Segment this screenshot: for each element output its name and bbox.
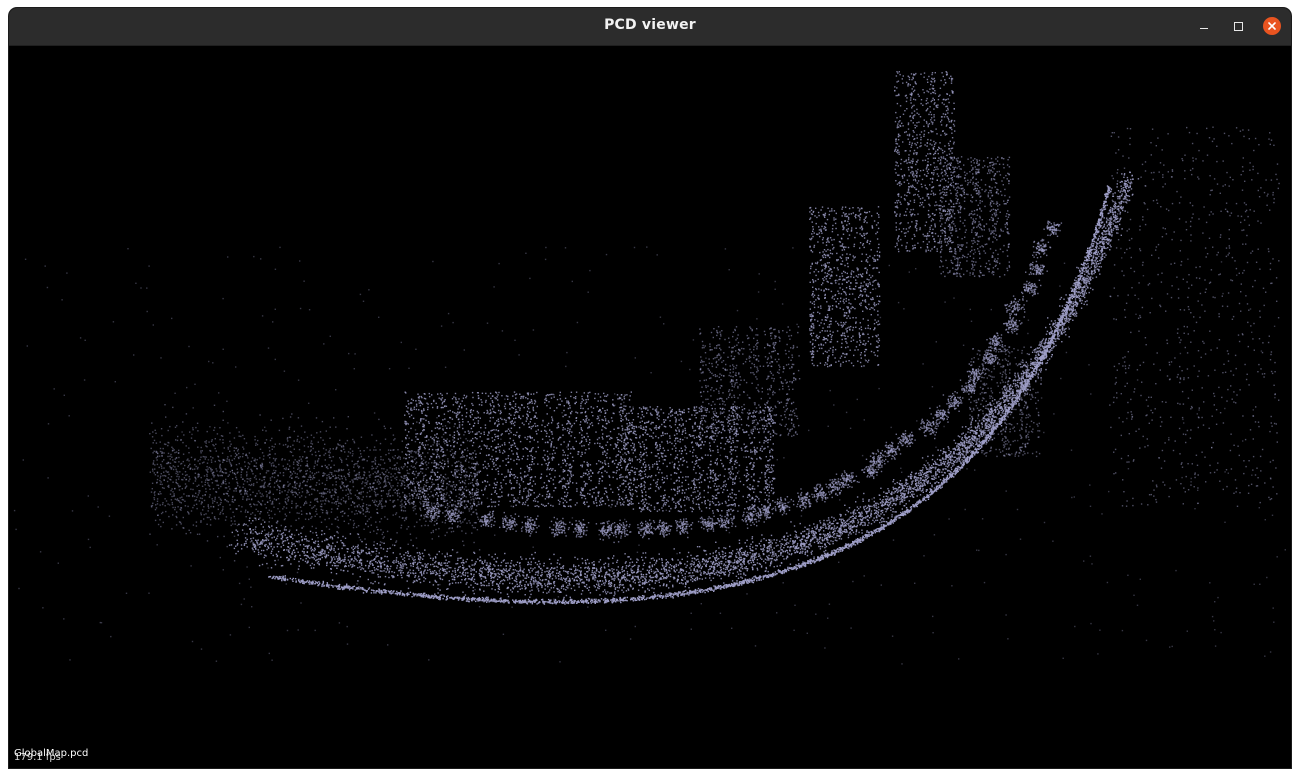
pcd-viewer-window: PCD viewer 179.1 fps GlobalMap.pcd bbox=[9, 8, 1291, 768]
minimize-icon bbox=[1200, 28, 1208, 29]
cloud-name-label: GlobalMap.pcd bbox=[14, 748, 88, 759]
close-icon bbox=[1263, 17, 1281, 35]
window-title: PCD viewer bbox=[9, 17, 1291, 33]
close-button[interactable] bbox=[1262, 16, 1282, 36]
minimize-button[interactable] bbox=[1194, 16, 1214, 36]
maximize-button[interactable] bbox=[1228, 16, 1248, 36]
title-bar[interactable]: PCD viewer bbox=[9, 8, 1291, 46]
point-cloud-render bbox=[13, 71, 1286, 665]
point-cloud-viewport[interactable]: 179.1 fps GlobalMap.pcd bbox=[9, 46, 1291, 768]
maximize-icon bbox=[1233, 21, 1243, 31]
